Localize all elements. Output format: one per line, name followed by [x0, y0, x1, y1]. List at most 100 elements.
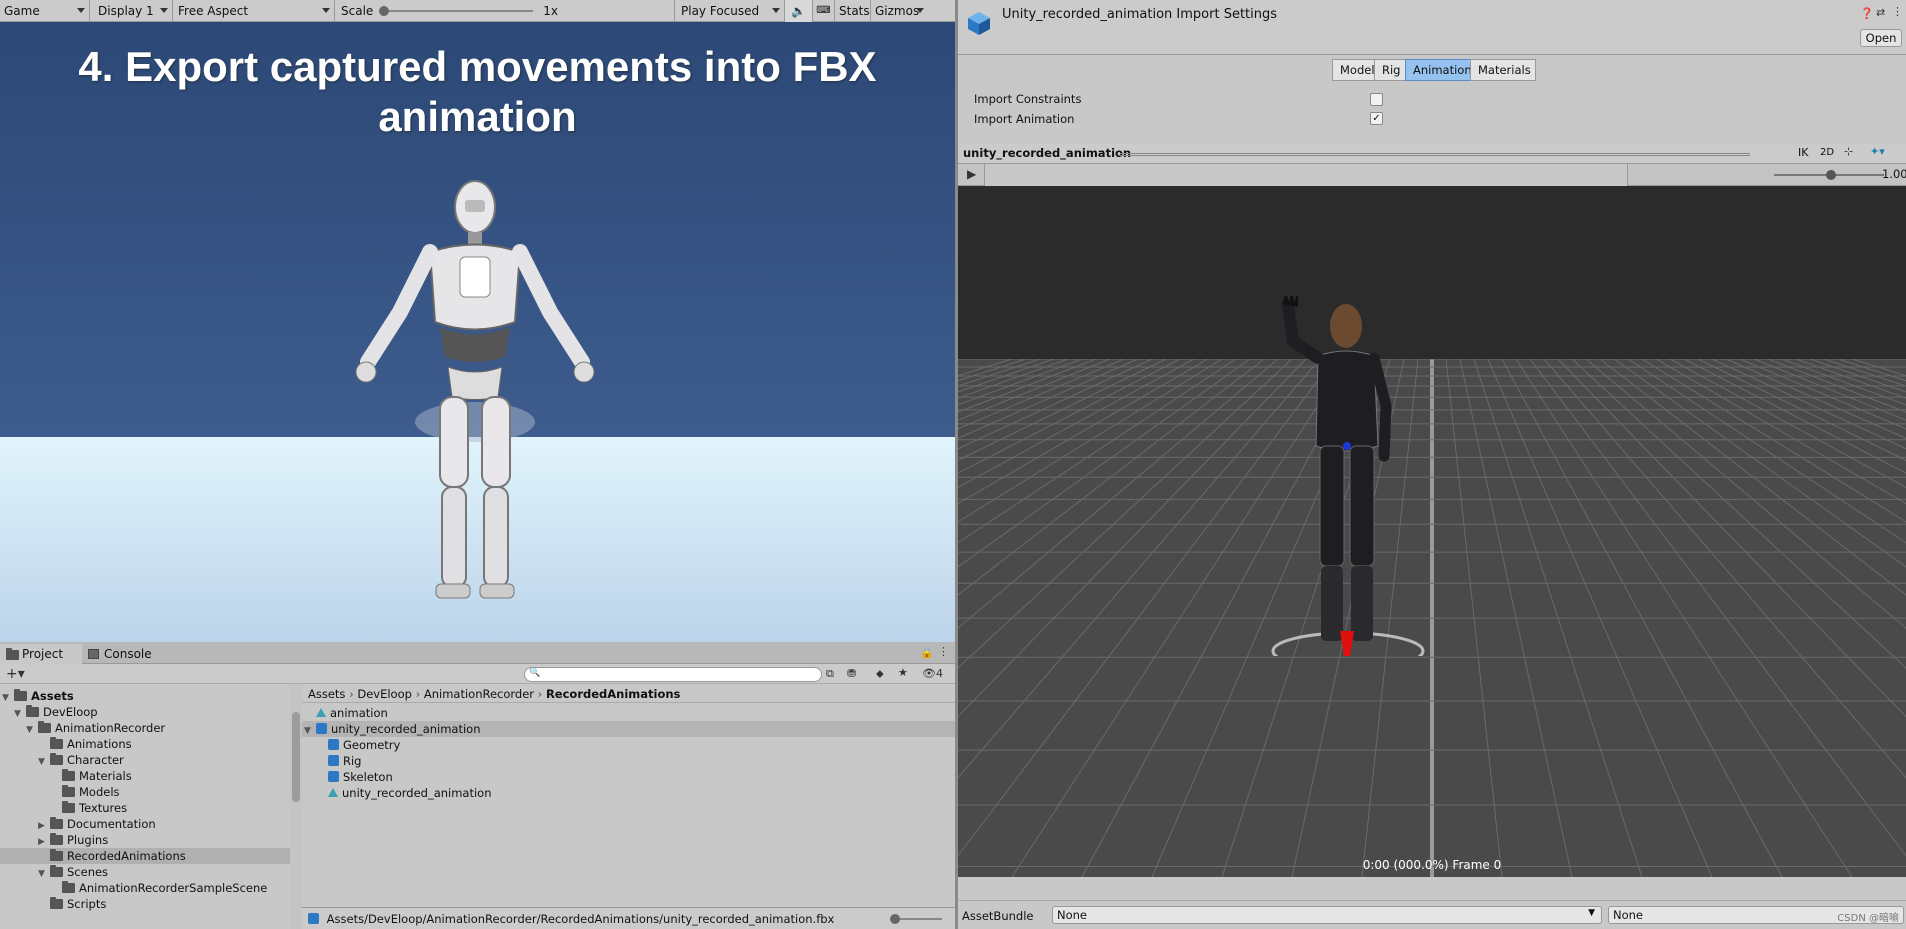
more-options-icon[interactable]: ⋮: [938, 645, 949, 658]
game-tab-dropdown[interactable]: Game: [0, 0, 90, 22]
tree-item-label: Materials: [79, 769, 132, 783]
tab-animation[interactable]: Animation: [1405, 59, 1472, 81]
animation-clip-icon: [328, 788, 338, 797]
hidden-packages-icon[interactable]: 👁4: [922, 667, 943, 680]
speed-slider[interactable]: [1774, 170, 1884, 180]
play-icon[interactable]: ▶: [967, 167, 976, 181]
file-item[interactable]: ▼ unity_recorded_animation: [302, 721, 955, 737]
folder-icon: [62, 769, 75, 781]
import-animation-checkbox[interactable]: ✓: [1370, 112, 1383, 125]
tree-item-label: Assets: [31, 689, 74, 703]
speed-slider-handle[interactable]: [1826, 170, 1836, 180]
assetbundle-dropdown[interactable]: None ▼: [1052, 906, 1602, 924]
animation-preview[interactable]: 0:00 (000.0%) Frame 0: [958, 186, 1906, 877]
filter-by-type-icon[interactable]: ⛃: [847, 667, 856, 680]
tree-item[interactable]: Animations: [0, 736, 290, 752]
file-item[interactable]: animation: [302, 705, 955, 721]
file-item[interactable]: unity_recorded_animation: [302, 785, 955, 801]
play-mode-dropdown[interactable]: Play Focused: [675, 0, 785, 22]
shortcuts-button[interactable]: ⌨: [813, 0, 835, 22]
timeline-scrubber[interactable]: [984, 164, 1628, 186]
ik-toggle[interactable]: IK: [1798, 146, 1808, 159]
breadcrumb-item[interactable]: DevEloop: [357, 687, 412, 701]
filter-by-label-icon[interactable]: ⬥: [876, 667, 884, 681]
tab-materials[interactable]: Materials: [1470, 59, 1536, 81]
file-item[interactable]: Rig: [302, 753, 955, 769]
breadcrumb-item[interactable]: RecordedAnimations: [546, 687, 680, 701]
open-button[interactable]: Open: [1860, 29, 1902, 47]
robot-character: [355, 180, 595, 599]
tree-item[interactable]: Materials: [0, 768, 290, 784]
import-animation-label: Import Animation: [974, 112, 1075, 126]
scale-slider-handle[interactable]: [379, 5, 390, 16]
stats-button[interactable]: Stats: [835, 0, 871, 22]
file-item[interactable]: Geometry: [302, 737, 955, 753]
favorite-icon[interactable]: ★: [898, 666, 908, 679]
inspector-title: Unity_recorded_animation Import Settings: [1002, 7, 1278, 22]
tree-item[interactable]: ▼ Scenes: [0, 864, 290, 880]
aspect-dropdown[interactable]: Free Aspect: [173, 0, 335, 22]
file-item-label: Rig: [343, 754, 362, 768]
tree-item[interactable]: ▶ Documentation: [0, 816, 290, 832]
animation-clip-icon: [316, 708, 326, 717]
folder-icon: [50, 817, 63, 829]
mesh-icon: [328, 771, 339, 782]
preview-drag-bar[interactable]: [1120, 153, 1750, 156]
title-line-2: animation: [378, 93, 577, 140]
speed-value: 1.00: [1882, 167, 1906, 181]
tree-scrollbar[interactable]: [292, 712, 300, 802]
display-dropdown[interactable]: Display 1: [90, 0, 173, 22]
file-item[interactable]: Skeleton: [302, 769, 955, 785]
tree-item[interactable]: RecordedAnimations: [0, 848, 290, 864]
file-item-label: Skeleton: [343, 770, 393, 784]
breadcrumb-item[interactable]: AnimationRecorder: [424, 687, 534, 701]
help-icon[interactable]: ❓: [1860, 7, 1874, 20]
game-viewport[interactable]: 4. Export captured movements into FBX an…: [0, 22, 955, 642]
tree-item[interactable]: ▶ Plugins: [0, 832, 290, 848]
search-icon: 🔍: [529, 668, 541, 678]
tree-item[interactable]: AnimationRecorderSampleScene: [0, 880, 290, 896]
gizmos-dropdown[interactable]: Gizmos: [871, 0, 928, 22]
project-tab-bar: Project Console 🔒 ⋮: [0, 642, 955, 664]
tree-item[interactable]: Models: [0, 784, 290, 800]
2d-toggle[interactable]: 2D: [1820, 147, 1834, 158]
game-overlay-title: 4. Export captured movements into FBX an…: [10, 42, 945, 142]
mesh-icon: [328, 739, 339, 750]
scale-control[interactable]: Scale 1x: [335, 0, 675, 22]
tree-item[interactable]: ▼ Assets: [0, 688, 290, 704]
more-options-icon[interactable]: ⋮: [1892, 5, 1903, 18]
tree-item-label: RecordedAnimations: [67, 849, 186, 863]
tree-item[interactable]: ▼ Character: [0, 752, 290, 768]
folder-icon: [50, 849, 63, 861]
search-by-type-icon[interactable]: ⧉: [826, 667, 834, 681]
tree-item[interactable]: ▼ AnimationRecorder: [0, 720, 290, 736]
add-icon[interactable]: +▾: [6, 666, 25, 682]
tab-rig[interactable]: Rig: [1374, 59, 1406, 81]
checkmark-icon: ✓: [1372, 113, 1381, 124]
import-constraints-checkbox[interactable]: [1370, 93, 1383, 106]
icon-size-slider-handle[interactable]: [890, 914, 900, 924]
pivot-icon[interactable]: ⊹: [1844, 145, 1853, 158]
tab-project[interactable]: Project: [0, 644, 82, 664]
icon-size-slider[interactable]: [890, 914, 942, 924]
assetbundle-bar: AssetBundle None ▼ None CSDN @暗喻: [958, 900, 1906, 929]
project-panel: Project Console 🔒 ⋮ +▾ 🔍 ⧉ ⛃ ⬥ ★ 👁4 ▼ Ass…: [0, 642, 955, 929]
mute-audio-button[interactable]: 🔈: [785, 0, 813, 22]
search-input[interactable]: 🔍: [524, 667, 822, 682]
breadcrumb-item[interactable]: Assets: [308, 687, 345, 701]
tab-console[interactable]: Console: [82, 644, 162, 664]
lock-icon[interactable]: 🔒: [920, 646, 934, 659]
tree-item[interactable]: Textures: [0, 800, 290, 816]
scale-slider[interactable]: [379, 5, 534, 16]
tree-item[interactable]: Scripts: [0, 896, 290, 912]
tree-item-label: Textures: [79, 801, 128, 815]
game-toolbar: Game Display 1 Free Aspect Scale 1x Play…: [0, 0, 955, 22]
import-constraints-label: Import Constraints: [974, 92, 1082, 106]
tree-item[interactable]: ▼ DevEloop: [0, 704, 290, 720]
game-tab-label: Game: [4, 3, 40, 18]
tab-model[interactable]: Model: [1332, 59, 1375, 81]
assetbundle-variant-dropdown[interactable]: None CSDN @暗喻: [1608, 906, 1904, 924]
avatar-icon[interactable]: ✦▾: [1870, 145, 1885, 158]
scale-label: Scale: [341, 3, 374, 18]
preset-icon[interactable]: ⇄: [1876, 6, 1885, 19]
